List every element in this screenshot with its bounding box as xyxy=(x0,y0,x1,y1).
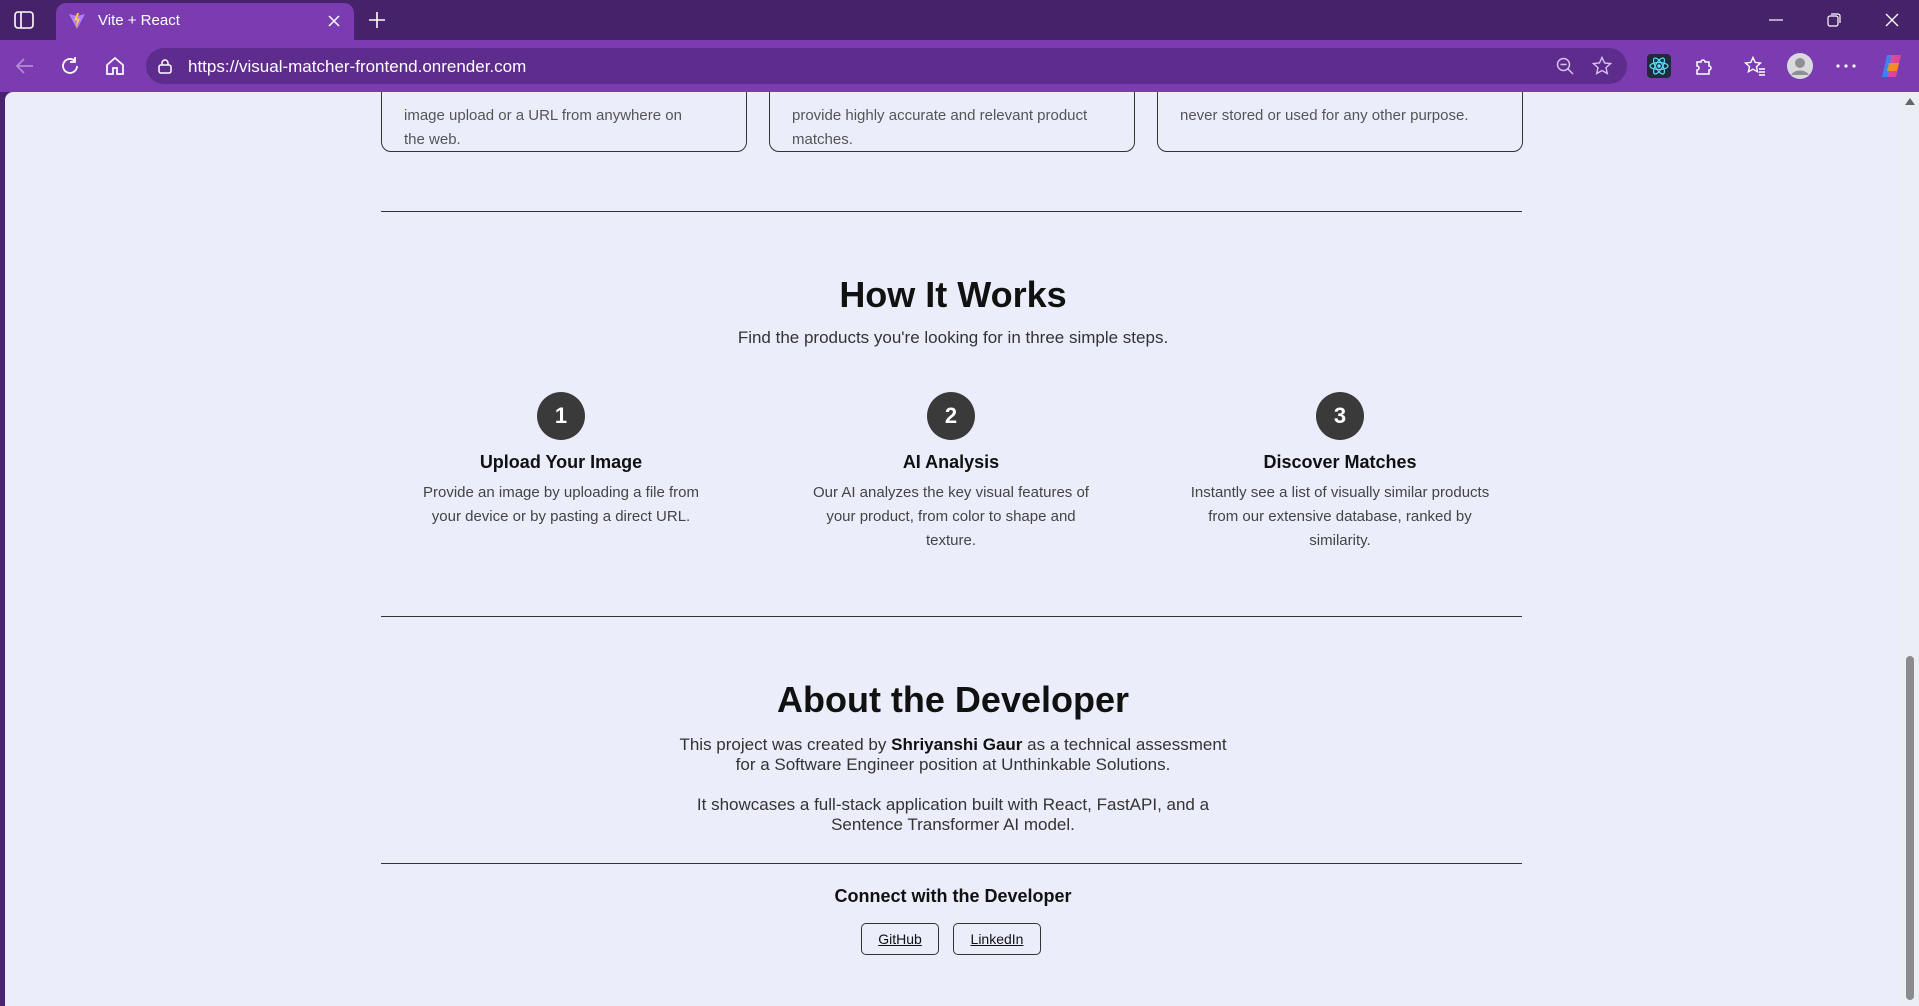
section-divider xyxy=(381,616,1522,617)
scroll-thumb[interactable] xyxy=(1906,656,1914,1000)
refresh-icon[interactable] xyxy=(55,51,85,81)
how-it-works-title: How It Works xyxy=(839,274,1067,315)
url-text[interactable]: https://visual-matcher-frontend.onrender… xyxy=(188,57,526,77)
favorites-icon[interactable] xyxy=(1740,51,1770,81)
step-number-badge: 3 xyxy=(1316,392,1364,440)
feature-card: never stored or used for any other purpo… xyxy=(1157,92,1523,152)
more-icon[interactable] xyxy=(1831,51,1861,81)
copilot-icon[interactable] xyxy=(1877,51,1907,81)
page-viewport: image upload or a URL from anywhere on th… xyxy=(5,92,1919,1006)
step-title: Upload Your Image xyxy=(479,452,643,472)
browser-tab[interactable]: Vite + React xyxy=(56,3,354,40)
browser-toolbar: https://visual-matcher-frontend.onrender… xyxy=(0,40,1919,92)
star-icon[interactable] xyxy=(1591,55,1613,77)
feature-card-text: provide highly accurate and relevant pro… xyxy=(792,107,1088,148)
about-paragraph: It showcases a full-stack application bu… xyxy=(696,795,1210,834)
back-arrow-icon[interactable] xyxy=(10,51,40,81)
scrollbar[interactable] xyxy=(1901,92,1919,1006)
zoom-out-icon[interactable] xyxy=(1555,56,1575,76)
tab-actions-icon[interactable] xyxy=(10,8,38,32)
step-title: Discover Matches xyxy=(1263,452,1417,472)
tab-title: Vite + React xyxy=(98,12,180,29)
lock-icon[interactable] xyxy=(156,57,174,75)
window-close-icon[interactable] xyxy=(1870,6,1914,34)
feature-card: provide highly accurate and relevant pro… xyxy=(769,92,1135,152)
github-link[interactable]: GitHub xyxy=(861,923,939,955)
profile-icon[interactable] xyxy=(1785,51,1815,81)
connect-title: Connect with the Developer xyxy=(834,886,1072,906)
step-number-badge: 1 xyxy=(537,392,585,440)
step-item: 1 Upload Your Image Provide an image by … xyxy=(411,392,711,529)
step-description: Our AI analyzes the key visual features … xyxy=(813,484,1089,549)
about-title: About the Developer xyxy=(776,679,1130,720)
scroll-up-icon[interactable] xyxy=(1905,98,1915,105)
tab-strip: Vite + React xyxy=(0,0,1919,40)
section-divider xyxy=(381,863,1522,864)
home-icon[interactable] xyxy=(100,51,130,81)
section-divider xyxy=(381,211,1522,212)
step-title: AI Analysis xyxy=(902,452,1000,472)
feature-card-text: never stored or used for any other purpo… xyxy=(1180,107,1469,124)
developer-name: Shriyanshi Gaur xyxy=(891,735,1023,754)
linkedin-link[interactable]: LinkedIn xyxy=(953,923,1041,955)
feature-card: image upload or a URL from anywhere on th… xyxy=(381,92,747,152)
step-item: 3 Discover Matches Instantly see a list … xyxy=(1190,392,1490,553)
close-icon[interactable] xyxy=(324,11,344,31)
step-description: Instantly see a list of visually similar… xyxy=(1190,484,1490,549)
how-it-works-subtitle: Find the products you're looking for in … xyxy=(737,328,1169,347)
about-paragraph: This project was created by Shriyanshi G… xyxy=(679,735,1227,774)
step-description: Provide an image by uploading a file fro… xyxy=(423,484,699,525)
page-content: image upload or a URL from anywhere on th… xyxy=(5,92,1901,1006)
puzzle-icon[interactable] xyxy=(1689,51,1719,81)
step-item: 2 AI Analysis Our AI analyzes the key vi… xyxy=(801,392,1101,553)
address-bar[interactable]: https://visual-matcher-frontend.onrender… xyxy=(146,48,1627,84)
react-icon[interactable] xyxy=(1644,51,1674,81)
plus-icon[interactable] xyxy=(364,7,390,33)
vite-logo-icon xyxy=(68,12,86,30)
step-number-badge: 2 xyxy=(927,392,975,440)
restore-icon[interactable] xyxy=(1812,6,1856,34)
minimize-icon[interactable] xyxy=(1754,6,1798,34)
feature-card-text: image upload or a URL from anywhere on th… xyxy=(404,107,682,148)
